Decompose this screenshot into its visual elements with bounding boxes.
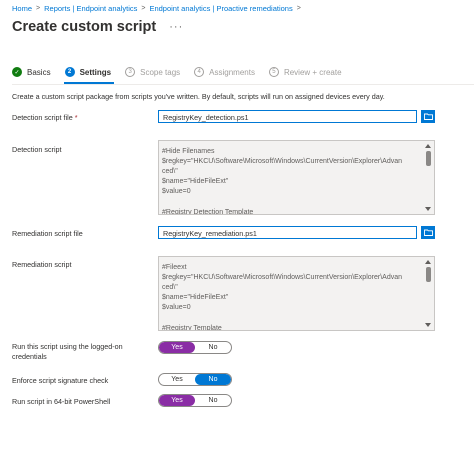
scroll-down-icon[interactable] bbox=[425, 207, 431, 211]
scroll-up-icon[interactable] bbox=[425, 260, 431, 264]
breadcrumb: Home > Reports | Endpoint analytics > En… bbox=[12, 4, 305, 13]
wizard-steps: ✓ Basics 2 Settings 3 Scope tags 4 Assig… bbox=[12, 64, 356, 80]
tab-basics[interactable]: ✓ Basics bbox=[12, 67, 51, 77]
toggle-no-option[interactable]: No bbox=[195, 395, 231, 406]
folder-icon bbox=[423, 113, 433, 120]
page-title: Create custom script bbox=[12, 19, 157, 35]
step-label: Scope tags bbox=[140, 67, 181, 77]
logged-on-credentials-toggle[interactable]: Yes No bbox=[158, 341, 232, 354]
tab-review-create[interactable]: 5 Review + create bbox=[268, 67, 342, 77]
remediation-script-content: #Fileext $regkey="HKCU\Software\Microsof… bbox=[162, 264, 402, 331]
remediation-file-label: Remediation script file bbox=[12, 229, 83, 238]
step-label: Basics bbox=[27, 67, 51, 77]
signature-check-toggle[interactable]: Yes No bbox=[158, 373, 232, 386]
page-header: Create custom script ··· bbox=[12, 19, 183, 35]
scroll-up-icon[interactable] bbox=[425, 144, 431, 148]
breadcrumb-proactive-remediations[interactable]: Endpoint analytics | Proactive remediati… bbox=[149, 4, 292, 13]
chevron-right-icon: > bbox=[36, 5, 41, 12]
detection-file-input[interactable]: RegistryKey_detection.ps1 bbox=[158, 110, 417, 123]
toggle-yes-option[interactable]: Yes bbox=[159, 374, 195, 385]
tab-scope-tags[interactable]: 3 Scope tags bbox=[125, 67, 180, 77]
remediation-file-input[interactable]: RegistryKey_remediation.ps1 bbox=[158, 226, 417, 239]
signature-check-label: Enforce script signature check bbox=[12, 376, 109, 385]
chevron-right-icon: > bbox=[296, 5, 301, 12]
step-label: Settings bbox=[79, 67, 112, 77]
ellipsis-icon[interactable]: ··· bbox=[169, 21, 183, 33]
step-number-icon: 2 bbox=[64, 67, 75, 77]
tabs-divider bbox=[12, 84, 474, 85]
folder-icon bbox=[423, 229, 433, 236]
logged-on-credentials-label: Run this script using the logged-on cred… bbox=[12, 342, 123, 361]
browse-detection-button[interactable] bbox=[421, 110, 435, 123]
remediation-script-scrollbar[interactable] bbox=[424, 258, 433, 329]
step-number-icon: 4 bbox=[194, 67, 205, 77]
toggle-yes-option[interactable]: Yes bbox=[159, 342, 195, 353]
step-label: Assignments bbox=[209, 67, 255, 77]
step-label: Review + create bbox=[283, 67, 342, 77]
detection-script-textarea[interactable]: #Hide Filenames $regkey="HKCU\Software\M… bbox=[158, 140, 435, 215]
detection-file-label: Detection script file * bbox=[12, 113, 78, 122]
chevron-right-icon: > bbox=[141, 5, 146, 12]
step-number-icon: 5 bbox=[268, 67, 279, 77]
toggle-yes-option[interactable]: Yes bbox=[159, 395, 195, 406]
toggle-no-option[interactable]: No bbox=[195, 374, 231, 385]
browse-remediation-button[interactable] bbox=[421, 226, 435, 239]
detection-script-content: #Hide Filenames $regkey="HKCU\Software\M… bbox=[162, 148, 402, 215]
breadcrumb-home[interactable]: Home bbox=[12, 4, 32, 13]
tab-settings[interactable]: 2 Settings bbox=[64, 67, 112, 77]
required-marker: * bbox=[74, 113, 78, 122]
breadcrumb-reports[interactable]: Reports | Endpoint analytics bbox=[44, 4, 137, 13]
page-description: Create a custom script package from scri… bbox=[12, 92, 385, 101]
64bit-powershell-toggle[interactable]: Yes No bbox=[158, 394, 232, 407]
remediation-script-textarea[interactable]: #Fileext $regkey="HKCU\Software\Microsof… bbox=[158, 256, 435, 331]
scroll-thumb[interactable] bbox=[426, 267, 431, 282]
detection-script-scrollbar[interactable] bbox=[424, 142, 433, 213]
toggle-no-option[interactable]: No bbox=[195, 342, 231, 353]
step-number-icon: 3 bbox=[125, 67, 136, 77]
64bit-powershell-label: Run script in 64-bit PowerShell bbox=[12, 397, 111, 406]
tab-assignments[interactable]: 4 Assignments bbox=[194, 67, 255, 77]
checkmark-icon: ✓ bbox=[12, 67, 22, 77]
scroll-thumb[interactable] bbox=[426, 151, 431, 166]
remediation-script-label: Remediation script bbox=[12, 260, 72, 269]
detection-script-label: Detection script bbox=[12, 145, 62, 154]
scroll-down-icon[interactable] bbox=[425, 323, 431, 327]
